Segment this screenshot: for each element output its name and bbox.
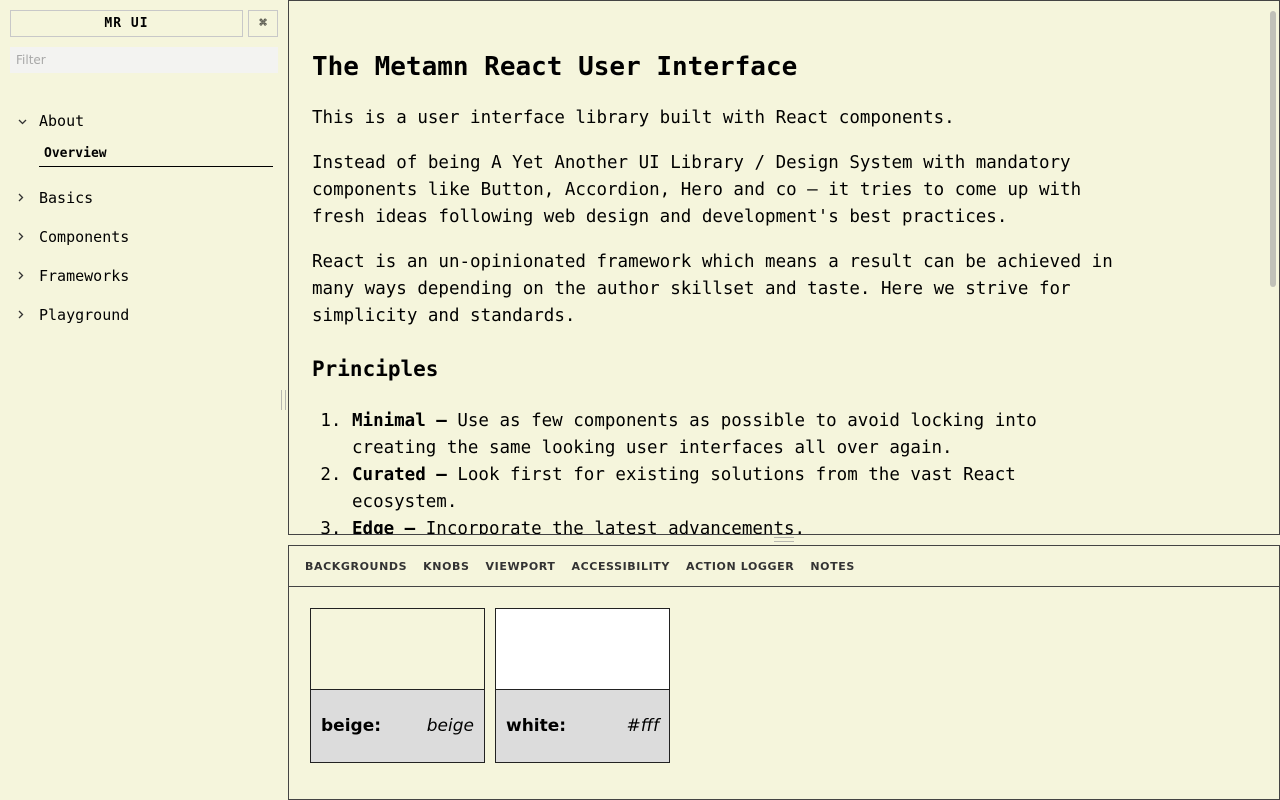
nav-item-basics[interactable]: Basics <box>18 185 93 211</box>
tab-viewport[interactable]: VIEWPORT <box>486 560 556 573</box>
page-title: The Metamn React User Interface <box>312 52 798 82</box>
swatch-color <box>496 609 669 690</box>
sidebar: MR UI ⌘ About Overview Basics Components <box>0 0 288 800</box>
tab-backgrounds[interactable]: BACKGROUNDS <box>305 560 407 573</box>
tab-accessibility[interactable]: ACCESSIBILITY <box>571 560 669 573</box>
nav-item-overview[interactable]: Overview <box>39 144 273 167</box>
command-icon: ⌘ <box>259 16 267 31</box>
filter-input[interactable] <box>10 47 278 73</box>
swatch-white[interactable]: white: #fff <box>495 608 670 763</box>
principles-list: Minimal — Use as few components as possi… <box>312 408 1127 534</box>
addons-tabbar: BACKGROUNDS KNOBS VIEWPORT ACCESSIBILITY… <box>289 546 1279 587</box>
list-item: Curated — Look first for existing soluti… <box>352 462 1127 516</box>
framework-paragraph: React is an un-opinionated framework whi… <box>312 252 1113 326</box>
chevron-right-icon <box>18 308 39 322</box>
tab-action-logger[interactable]: ACTION LOGGER <box>686 560 794 573</box>
principles-heading: Principles <box>312 357 439 381</box>
swatch-value: #fff <box>626 716 660 736</box>
chevron-right-icon <box>18 191 39 205</box>
preview-scrollbar[interactable] <box>1267 1 1279 534</box>
nav-item-frameworks[interactable]: Frameworks <box>18 263 129 289</box>
panel-resize-handle[interactable] <box>774 537 794 542</box>
brand-button[interactable]: MR UI <box>10 10 243 37</box>
nav-item-label: About <box>39 112 85 130</box>
sidebar-resize-handle[interactable] <box>281 390 286 410</box>
principle-term: Minimal — <box>352 411 447 431</box>
swatch-name: white: <box>506 716 567 736</box>
principle-text: Use as few components as possible to avo… <box>352 411 1037 458</box>
keyboard-shortcuts-button[interactable]: ⌘ <box>248 10 278 37</box>
nav-item-components[interactable]: Components <box>18 224 129 250</box>
nav-item-label: Components <box>39 228 130 246</box>
swatch-beige[interactable]: beige: beige <box>310 608 485 763</box>
intro-paragraph: This is a user interface library built w… <box>312 108 955 128</box>
swatch-value: beige <box>426 716 474 736</box>
chevron-right-icon <box>18 230 39 244</box>
preview-content[interactable]: The Metamn React User Interface This is … <box>289 1 1267 534</box>
list-item: Minimal — Use as few components as possi… <box>352 408 1127 462</box>
swatch-info: white: #fff <box>496 690 669 762</box>
tab-knobs[interactable]: KNOBS <box>423 560 469 573</box>
chevron-down-icon <box>18 114 39 128</box>
preview-frame: The Metamn React User Interface This is … <box>288 0 1280 535</box>
swatch-name: beige: <box>321 716 382 736</box>
background-swatches: beige: beige white: #fff <box>310 608 680 763</box>
principle-term: Edge — <box>352 519 416 534</box>
principle-text: Look first for existing solutions from t… <box>352 465 1016 512</box>
description-paragraph: Instead of being A Yet Another UI Librar… <box>312 153 1082 227</box>
addons-panel: BACKGROUNDS KNOBS VIEWPORT ACCESSIBILITY… <box>288 545 1280 800</box>
scrollbar-thumb[interactable] <box>1270 11 1276 287</box>
nav-item-label: Frameworks <box>39 267 130 285</box>
swatch-info: beige: beige <box>311 690 484 762</box>
chevron-right-icon <box>18 269 39 283</box>
list-item: Edge — Incorporate the latest advancemen… <box>352 516 1127 534</box>
principle-text: Incorporate the latest advancements. <box>415 519 806 534</box>
swatch-color <box>311 609 484 690</box>
nav-item-playground[interactable]: Playground <box>18 302 129 328</box>
nav-item-label: Basics <box>39 189 94 207</box>
tab-notes[interactable]: NOTES <box>810 560 855 573</box>
nav-item-about[interactable]: About <box>18 108 84 134</box>
principle-term: Curated — <box>352 465 447 485</box>
document: The Metamn React User Interface This is … <box>312 50 1127 534</box>
nav-item-label: Playground <box>39 306 130 324</box>
